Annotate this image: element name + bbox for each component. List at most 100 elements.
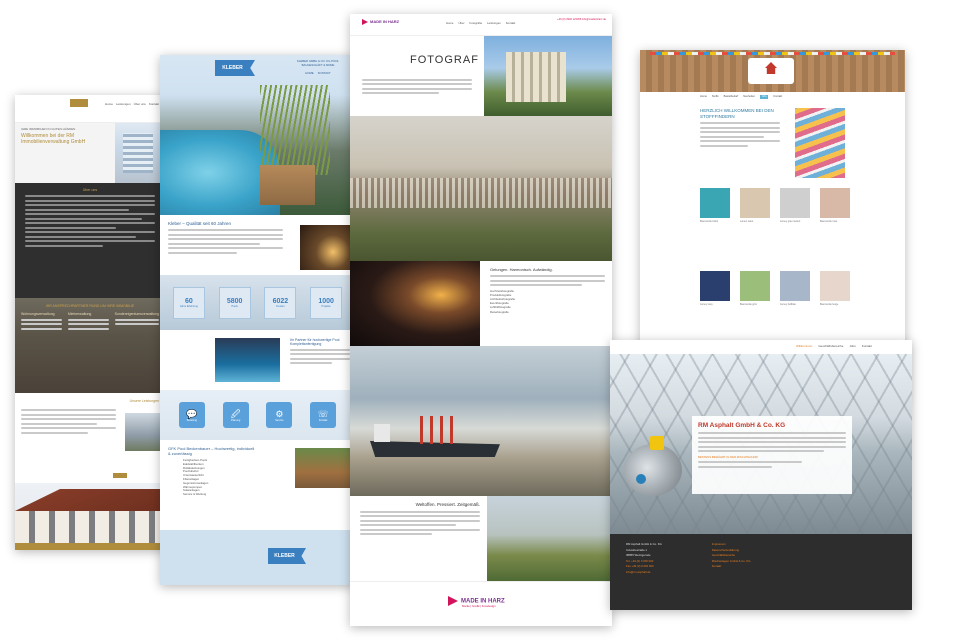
nav-item[interactable]: Kontakt [773,95,782,99]
leistungen-section: Unsere Leistungen [15,393,165,483]
nav-item[interactable]: Kontakt [149,102,159,106]
section-heading: Über uns [82,188,98,192]
text-line [700,126,780,129]
nav-item[interactable]: Leistungen [487,21,501,25]
website-preview-rm-asphalt[interactable]: Willkommen Geschäftsbereiche Jobs Kontak… [610,340,912,610]
header-contact[interactable]: +49 (0) 3946 123456 info@madeinharz.de [557,18,606,22]
product-card[interactable]: Jersey hellblau [780,271,810,340]
fabric-swatch [820,188,850,218]
text-line [25,240,155,242]
nav-item[interactable]: Leistungen [116,102,131,106]
product-card[interactable]: Baumwolle beige [820,271,850,340]
stat-label: Pools [231,304,238,308]
kleber-logo[interactable]: KLEBER [215,60,255,76]
candles-image [300,225,355,270]
footer-logo[interactable]: KLEBER [268,548,306,564]
text-line [21,413,116,416]
nav-item[interactable]: Home [700,95,707,99]
nav-item[interactable]: Über uns [134,102,146,106]
nav-item-active[interactable]: Info [760,95,769,99]
company-logo[interactable] [70,99,88,107]
text-line [700,144,748,147]
footer-line: RM Asphalt GmbH & Co. KG [626,542,662,546]
nav-item[interactable]: Jobs [849,344,855,348]
house-facade [15,511,165,543]
hero-text [362,76,472,97]
site-header: MADE IN HARZ Home Über Fotografie Leistu… [350,14,612,36]
service-tile[interactable]: 🖉 Planung [222,402,249,428]
text-line [25,204,155,206]
product-card[interactable]: Baumwolle türkis [700,188,730,257]
service-column: Wohnungsverwaltung [21,312,62,332]
text-line [490,275,605,277]
product-card[interactable]: Jersey navy [700,271,730,340]
service-title: Wohnungsverwaltung [21,312,55,316]
product-label: Jersey hellblau [780,303,796,306]
nav-item[interactable]: Kontakt [862,344,872,348]
mixing-drum [624,444,682,496]
text-line [490,284,582,286]
nav-item[interactable]: Home [446,21,453,25]
text-line [700,122,780,124]
section-heading: GFK Pool Beckenbauer – Hochwertig, indiv… [168,446,255,456]
garden-pool-image [295,448,355,488]
product-label: Jersey grau meliert [780,220,801,223]
welcome-heading: HERZLICH WILLKOMMEN BEI DEN STOFFFINDERN [700,108,774,119]
nav-item[interactable]: Bastelbedarf [724,95,739,99]
cargo-ship-photo [350,346,612,496]
list-item: Service & Wartung [183,492,207,497]
product-card[interactable]: Jersey grau meliert [780,188,810,257]
text-line [698,441,846,443]
header-info: KLEBER GMBH & CO. KG POOL BAUGESCHÄFT & … [288,59,348,76]
fabric-rolls-image [795,108,845,178]
office-building-image [115,123,165,183]
nav-item[interactable]: Fotografie [470,21,483,25]
product-card[interactable]: Leinen natur [740,188,770,257]
product-label: Baumwolle beige [820,303,839,306]
service-tile[interactable]: 💬 Beratung [178,402,205,428]
header-link[interactable]: KONTAKT [318,71,331,76]
service-icons: 💬 Beratung 🖉 Planung ⚙ Service ☏ Kontakt [160,390,355,440]
footer-link[interactable]: Kontakt [712,564,751,570]
service-tile[interactable]: ⚙ Service [266,402,293,428]
service-title: Sondereigentumsverwaltung [114,312,159,316]
header-link[interactable]: HOME [305,71,313,76]
hero-title: FOTOGRAF [410,54,479,66]
text-line [25,244,103,247]
text-line [168,238,283,240]
hero-section: RM Asphalt GmbH & Co. KG BESTENS BEWÄHRT… [610,354,912,534]
nav-item-active[interactable]: Willkommen [796,344,812,348]
brand-logo[interactable]: MADE IN HARZ [362,19,399,25]
pool-builder-section: GFK Pool Beckenbauer – Hochwertig, indiv… [160,440,355,530]
product-card[interactable]: Baumwolle grün [740,271,770,340]
text-line [21,318,62,321]
section-heading: Gelungen. Harmonisch. Aufwändig. [490,267,553,272]
website-preview-immobilienverwaltung[interactable]: Home Leistungen Über uns Kontakt IHRE IM… [15,95,165,550]
nav-item[interactable]: Geschäftsbereiche [818,344,843,348]
product-label: Jersey navy [700,303,713,306]
website-preview-fotograf[interactable]: MADE IN HARZ Home Über Fotografie Leistu… [350,14,612,626]
nav-item[interactable]: Neuheiten [743,95,755,99]
hero-section: KLEBER KLEBER GMBH & CO. KG POOL BAUGESC… [160,55,355,215]
text-line [360,528,480,531]
shop-logo[interactable] [748,58,794,84]
product-label: Baumwolle türkis [700,220,719,223]
stat-value: 6022 [272,297,289,305]
ornamental-grass [260,85,330,175]
footer-line[interactable]: info@rm-asphalt.de [626,570,662,576]
nav-item[interactable]: Stoffe [712,95,719,99]
stat-tile: 6022 Kunden [264,286,297,319]
contact-strip: IHR ANSPRECHPARTNER RUND UM IHRE IMMOBIL… [45,304,135,308]
product-card[interactable]: Baumwolle rosa [820,188,850,257]
nav-item[interactable]: Home [105,102,113,106]
text-line [168,229,283,231]
nav-item[interactable]: Kontakt [506,21,516,25]
nav-item[interactable]: Über [458,21,464,25]
service-tile[interactable]: ☏ Kontakt [310,402,337,428]
intro-section: Kleber – Qualität seit 60 Jahren [160,215,355,275]
text-line [698,436,846,439]
more-button[interactable] [113,473,127,478]
service-title: Mietverwaltung [67,312,92,316]
website-preview-kleber[interactable]: KLEBER KLEBER GMBH & CO. KG POOL BAUGESC… [160,55,355,585]
pencil-icon: 🖉 [230,408,241,419]
